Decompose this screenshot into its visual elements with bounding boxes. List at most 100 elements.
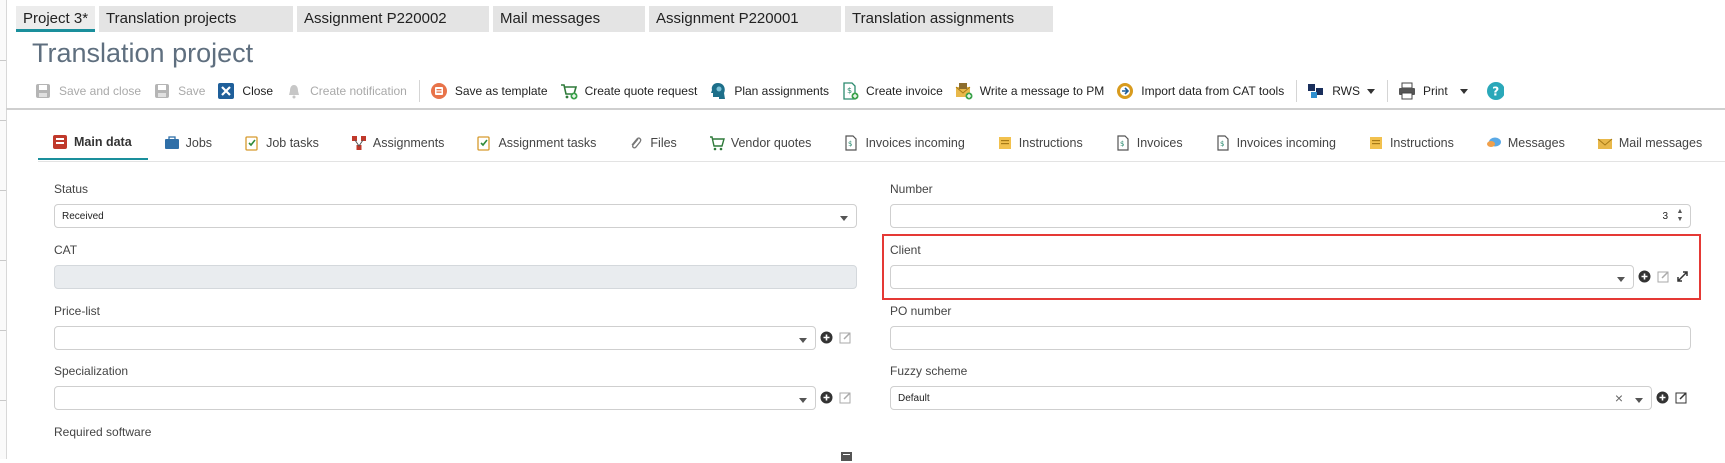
create-notification-label: Create notification <box>310 84 407 98</box>
edit-specialization-button[interactable] <box>838 390 852 404</box>
rws-icon <box>1307 82 1325 100</box>
plan-assignments-button[interactable]: Plan assignments <box>709 78 829 104</box>
chevron-down-icon <box>799 338 807 343</box>
create-invoice-label: Create invoice <box>866 84 943 98</box>
tab-job-tasks[interactable]: Job tasks <box>228 126 335 160</box>
clear-icon[interactable]: × <box>1615 390 1623 406</box>
rws-menu-button[interactable]: RWS <box>1307 78 1375 104</box>
specialization-select[interactable] <box>54 386 816 410</box>
save-button[interactable]: Save <box>153 78 205 104</box>
tab-jobs[interactable]: Jobs <box>148 126 228 160</box>
invoice-icon: $ <box>1115 135 1131 151</box>
add-price-list-button[interactable] <box>819 330 833 344</box>
tab-assignments-label: Assignments <box>372 136 445 150</box>
tab-files[interactable]: Files <box>612 126 692 160</box>
list-icon[interactable] <box>839 449 853 463</box>
tab-invoices[interactable]: $ Invoices <box>1099 126 1199 160</box>
briefcase-icon <box>164 135 180 151</box>
tab-files-label: Files <box>650 136 677 150</box>
cart-add-icon <box>560 82 578 100</box>
print-menu-button[interactable]: Print <box>1398 78 1468 104</box>
invoice-add-icon: $ <box>841 82 859 100</box>
close-button[interactable]: Close <box>217 78 273 104</box>
tab-instructions-label: Instructions <box>1018 136 1083 150</box>
tab-invoices-incoming-label: Invoices incoming <box>865 136 965 150</box>
tab-invoices-label: Invoices <box>1136 136 1183 150</box>
plan-assignments-label: Plan assignments <box>734 84 830 98</box>
section-tabs: Main data Jobs Job tasks Assignments Ass… <box>38 126 1718 160</box>
rws-label: RWS <box>1332 84 1360 98</box>
import-cat-data-button[interactable]: Import data from CAT tools <box>1116 78 1284 104</box>
printer-icon <box>1398 82 1416 100</box>
write-message-to-pm-button[interactable]: Write a message to PM <box>955 78 1104 104</box>
tab-messages[interactable]: Messages <box>1470 126 1581 160</box>
edit-fuzzy-scheme-button[interactable] <box>1674 390 1688 404</box>
tab-job-tasks-label: Job tasks <box>266 136 319 150</box>
edit-icon <box>839 391 851 403</box>
chat-icon <box>1486 135 1502 151</box>
tab-main-data-label: Main data <box>74 135 132 149</box>
doc-tab-translation-projects[interactable]: Translation projects <box>99 6 294 32</box>
toolbar-separator <box>418 80 420 102</box>
tab-assignment-tasks-label: Assignment tasks <box>498 136 597 150</box>
edit-icon <box>1675 391 1687 403</box>
toolbar-separator <box>1386 80 1388 102</box>
envelope-add-icon <box>955 82 973 100</box>
save-as-template-label: Save as template <box>454 84 548 98</box>
price-list-label: Price-list <box>54 304 101 318</box>
create-quote-request-button[interactable]: Create quote request <box>560 78 698 104</box>
svg-text:$: $ <box>1220 140 1224 148</box>
create-quote-request-label: Create quote request <box>584 84 698 98</box>
tab-invoices-incoming[interactable]: $ Invoices incoming <box>827 126 980 160</box>
save-and-close-button[interactable]: Save and close <box>34 78 141 104</box>
tab-instructions-2[interactable]: Instructions <box>1352 126 1470 160</box>
import-cat-data-label: Import data from CAT tools <box>1141 84 1285 98</box>
main-data-icon <box>52 134 68 150</box>
help-button[interactable]: ? <box>1486 78 1511 104</box>
doc-tab-mail-messages[interactable]: Mail messages <box>493 6 646 32</box>
doc-tab-translation-assignments[interactable]: Translation assignments <box>845 6 1054 32</box>
tab-messages-label: Messages <box>1507 136 1565 150</box>
invoice-icon: $ <box>843 135 859 151</box>
tab-invoices-incoming-2[interactable]: $ Invoices incoming <box>1199 126 1352 160</box>
tab-main-data[interactable]: Main data <box>38 126 148 160</box>
status-select[interactable]: Received <box>54 204 857 228</box>
tab-instructions-2-label: Instructions <box>1389 136 1454 150</box>
tab-mail-messages[interactable]: Mail messages <box>1581 126 1718 160</box>
note-icon <box>997 135 1013 151</box>
fuzzy-scheme-select[interactable]: Default × <box>890 386 1652 410</box>
envelope-icon <box>1597 135 1613 151</box>
doc-tab-assignment-p220002[interactable]: Assignment P220002 <box>297 6 490 32</box>
tab-instructions[interactable]: Instructions <box>981 126 1099 160</box>
page-title: Translation project <box>32 38 254 68</box>
paperclip-icon <box>628 135 644 151</box>
tab-assignment-tasks[interactable]: Assignment tasks <box>460 126 612 160</box>
plus-circle-icon <box>820 391 832 403</box>
svg-text:$: $ <box>847 86 852 95</box>
fuzzy-scheme-value: Default <box>898 393 930 404</box>
clipboard-check-icon <box>244 135 260 151</box>
doc-tab-assignment-p220001[interactable]: Assignment P220001 <box>649 6 842 32</box>
template-icon <box>430 82 448 100</box>
number-stepper[interactable]: ▲ ▼ <box>1675 208 1685 224</box>
number-input[interactable]: 3 ▲ ▼ <box>890 204 1691 228</box>
add-fuzzy-scheme-button[interactable] <box>1655 390 1669 404</box>
number-label: Number <box>890 182 933 196</box>
create-notification-button[interactable]: Create notification <box>285 78 407 104</box>
po-number-input[interactable] <box>890 326 1691 350</box>
toolbar-separator <box>1296 80 1298 102</box>
svg-text:$: $ <box>1120 140 1124 148</box>
price-list-select[interactable] <box>54 326 816 350</box>
import-icon <box>1116 82 1134 100</box>
assignments-icon <box>351 135 367 151</box>
tab-mail-messages-label: Mail messages <box>1618 136 1703 150</box>
doc-tab-project-3[interactable]: Project 3* <box>16 6 96 32</box>
save-as-template-button[interactable]: Save as template <box>430 78 548 104</box>
tab-assignments[interactable]: Assignments <box>335 126 461 160</box>
create-invoice-button[interactable]: $ Create invoice <box>841 78 943 104</box>
add-specialization-button[interactable] <box>819 390 833 404</box>
edit-price-list-button[interactable] <box>838 330 852 344</box>
po-number-label: PO number <box>890 304 952 318</box>
tab-vendor-quotes[interactable]: Vendor quotes <box>693 126 828 160</box>
required-software-label: Required software <box>54 425 152 439</box>
